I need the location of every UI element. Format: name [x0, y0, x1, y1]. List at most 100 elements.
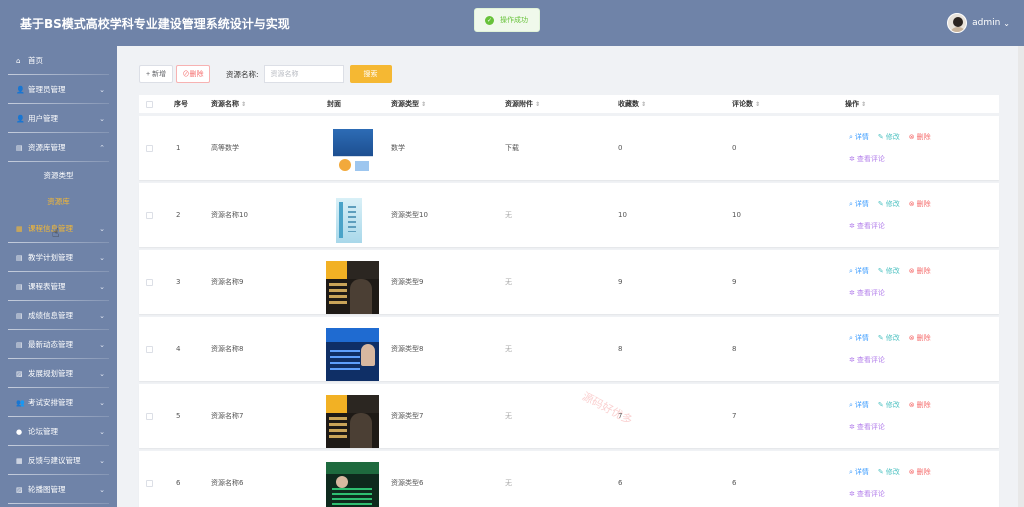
- delete-button[interactable]: ⊘删除: [176, 65, 210, 83]
- column-header-3[interactable]: 资源类型 ⇕: [391, 99, 426, 109]
- view-comments-button[interactable]: ✲ 查看评论: [849, 489, 931, 499]
- edit-button[interactable]: ✎ 修改: [878, 467, 900, 477]
- detail-button[interactable]: ⌕ 详情: [849, 400, 869, 410]
- sidebar-item-7[interactable]: ▤ 成绩信息管理 ⌄: [0, 301, 117, 330]
- row-checkbox[interactable]: [146, 479, 153, 487]
- sidebar-item-5[interactable]: ▤ 教学计划管理 ⌄: [0, 243, 117, 272]
- row-checkbox[interactable]: [146, 278, 153, 286]
- search-icon: ⌕: [849, 467, 853, 476]
- detail-button[interactable]: ⌕ 详情: [849, 467, 869, 477]
- comments-count: 6: [732, 479, 737, 487]
- page-scrollbar[interactable]: [1018, 46, 1024, 507]
- view-comments-button[interactable]: ✲ 查看评论: [849, 221, 931, 231]
- row-checkbox[interactable]: [146, 211, 153, 219]
- sidebar-item-10[interactable]: 👥 考试安排管理 ⌄: [0, 388, 117, 417]
- delete-row-button[interactable]: ⊗ 删除: [909, 199, 931, 209]
- sort-icon[interactable]: ⇕: [861, 101, 866, 108]
- edit-button[interactable]: ✎ 修改: [878, 132, 900, 142]
- submenu-item-1[interactable]: 资源库: [0, 188, 117, 214]
- column-header-7[interactable]: 操作 ⇕: [845, 99, 866, 109]
- resource-name: 资源名称9: [211, 278, 244, 286]
- sort-icon[interactable]: ⇕: [241, 101, 246, 108]
- row-checkbox[interactable]: [146, 412, 153, 420]
- column-header-4[interactable]: 资源附件 ⇕: [505, 99, 540, 109]
- column-header-label: 资源类型: [391, 100, 419, 108]
- favorites-count: 0: [618, 144, 623, 152]
- sidebar-item-8[interactable]: ▤ 最新动态管理 ⌄: [0, 330, 117, 359]
- delete-row-button[interactable]: ⊗ 删除: [909, 266, 931, 276]
- view-comments-button-label: 查看评论: [856, 423, 885, 431]
- edit-button[interactable]: ✎ 修改: [878, 333, 900, 343]
- list-icon: ▤: [16, 253, 23, 262]
- column-header-5[interactable]: 收藏数 ⇕: [618, 99, 646, 109]
- add-button[interactable]: + 新增: [139, 65, 173, 83]
- detail-button[interactable]: ⌕ 详情: [849, 333, 869, 343]
- delete-icon: ⊗: [908, 267, 915, 275]
- detail-button[interactable]: ⌕ 详情: [849, 266, 869, 276]
- delete-row-button[interactable]: ⊗ 删除: [909, 333, 931, 343]
- detail-button[interactable]: ⌕ 详情: [849, 199, 869, 209]
- select-all-checkbox[interactable]: [146, 100, 153, 108]
- detail-button[interactable]: ⌕ 详情: [849, 132, 869, 142]
- view-comments-button[interactable]: ✲ 查看评论: [849, 422, 931, 432]
- column-header-1[interactable]: 资源名称 ⇕: [211, 99, 246, 109]
- sidebar-item-label: 管理员管理: [28, 85, 66, 94]
- sort-icon[interactable]: ⇕: [755, 101, 760, 108]
- edit-icon: ✎: [877, 200, 884, 208]
- resource-type: 资源类型9: [391, 278, 424, 286]
- sort-icon[interactable]: ⇕: [535, 101, 540, 108]
- sidebar-item-0[interactable]: ⌂ 首页: [0, 46, 117, 75]
- sidebar-item-label: 用户管理: [28, 114, 58, 123]
- delete-row-button-label: 删除: [916, 401, 931, 409]
- table-row: 5 资源名称7 资源类型7 无 7 7 ⌕ 详情 ✎ 修改 ⊗ 删除 ✲ 查看评论: [139, 384, 999, 448]
- users-icon: 👥: [16, 398, 25, 407]
- view-comments-button[interactable]: ✲ 查看评论: [849, 355, 931, 365]
- search-input[interactable]: [263, 65, 344, 83]
- chevron-down-icon: ⌄: [99, 456, 105, 465]
- user-menu[interactable]: admin ⌄: [947, 13, 1010, 33]
- column-header-0: 序号: [174, 99, 188, 109]
- submenu-item-0[interactable]: 资源类型: [0, 162, 117, 188]
- attachment-value: 无: [505, 278, 512, 286]
- list-icon: ▤: [16, 282, 23, 291]
- view-comments-button[interactable]: ✲ 查看评论: [849, 154, 931, 164]
- edit-button[interactable]: ✎ 修改: [878, 199, 900, 209]
- sidebar-item-3[interactable]: ▤ 资源库管理 ⌃: [0, 133, 117, 162]
- search-button[interactable]: 搜索: [349, 65, 392, 83]
- sort-icon[interactable]: ⇕: [641, 101, 646, 108]
- sidebar-item-9[interactable]: ▨ 发展规划管理 ⌄: [0, 359, 117, 388]
- row-checkbox[interactable]: [146, 144, 153, 152]
- avatar[interactable]: [947, 13, 968, 33]
- table-row: 3 资源名称9 资源类型9 无 9 9 ⌕ 详情 ✎ 修改 ⊗ 删除 ✲ 查看评论: [139, 250, 999, 314]
- search-icon: ⌕: [849, 400, 853, 409]
- resource-type: 数学: [391, 144, 405, 152]
- column-header-6[interactable]: 评论数 ⇕: [732, 99, 760, 109]
- sidebar-item-2[interactable]: 👤 用户管理 ⌄: [0, 104, 117, 133]
- user-name[interactable]: admin: [972, 18, 1000, 28]
- sidebar-item-13[interactable]: ▨ 轮播图管理 ⌄: [0, 475, 117, 504]
- edit-button[interactable]: ✎ 修改: [878, 266, 900, 276]
- gear-icon: ✲: [849, 222, 855, 230]
- download-link[interactable]: 下载: [505, 143, 519, 153]
- edit-button[interactable]: ✎ 修改: [878, 400, 900, 410]
- sort-icon[interactable]: ⇕: [421, 101, 426, 108]
- chevron-down-icon: ⌄: [99, 114, 105, 123]
- sidebar-item-6[interactable]: ▤ 课程表管理 ⌄: [0, 272, 117, 301]
- chevron-down-icon: ⌄: [99, 224, 105, 233]
- row-checkbox[interactable]: [146, 345, 153, 353]
- resource-name: 资源名称8: [211, 345, 244, 353]
- user-icon: 👤: [16, 114, 25, 123]
- favorites-count: 8: [618, 345, 623, 353]
- search-icon: ⌕: [849, 199, 853, 208]
- column-header-label: 资源附件: [505, 100, 533, 108]
- delete-row-button[interactable]: ⊗ 删除: [909, 467, 931, 477]
- delete-row-button[interactable]: ⊗ 删除: [909, 400, 931, 410]
- cover-image: [326, 461, 379, 507]
- view-comments-button[interactable]: ✲ 查看评论: [849, 288, 931, 298]
- sidebar-item-11[interactable]: ● 论坛管理 ⌄: [0, 417, 117, 446]
- delete-row-button[interactable]: ⊗ 删除: [909, 132, 931, 142]
- sidebar-item-12[interactable]: ▦ 反馈与建议管理 ⌄: [0, 446, 117, 475]
- chevron-down-icon[interactable]: ⌄: [1003, 19, 1010, 28]
- sidebar-item-1[interactable]: 👤 管理员管理 ⌄: [0, 75, 117, 104]
- row-actions: ⌕ 详情 ✎ 修改 ⊗ 删除 ✲ 查看评论: [849, 199, 940, 231]
